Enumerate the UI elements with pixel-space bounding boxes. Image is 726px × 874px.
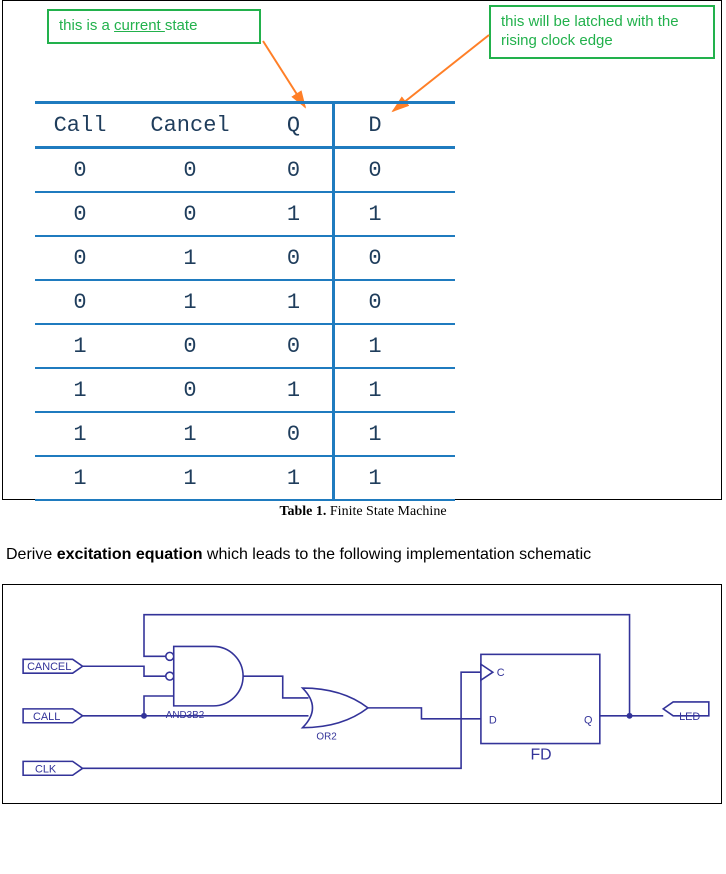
truth-table-figure: this is a current state this will be lat… <box>2 0 722 500</box>
th-call: Call <box>35 104 125 146</box>
port-cancel: CANCEL <box>23 660 82 674</box>
cell: 0 <box>255 325 335 367</box>
th-d: D <box>335 104 415 146</box>
d-flipflop: C D Q FD <box>481 655 600 764</box>
cell: 0 <box>35 149 125 191</box>
table-row: 1 1 1 1 <box>35 457 455 501</box>
and3b2-gate: AND3B2 <box>166 647 243 721</box>
truth-table: Call Cancel Q D 0 0 0 0 0 0 1 1 0 1 0 <box>35 101 455 481</box>
cell: 1 <box>335 457 415 499</box>
cell: 1 <box>255 369 335 411</box>
cell: 1 <box>125 457 255 499</box>
cell: 1 <box>35 369 125 411</box>
table-row: 0 1 1 0 <box>35 281 455 325</box>
cell: 1 <box>335 413 415 455</box>
cell: 0 <box>125 149 255 191</box>
table-row: 0 0 0 0 <box>35 149 455 193</box>
text-bold: excitation equation <box>57 546 203 563</box>
cell: 0 <box>125 369 255 411</box>
svg-text:CANCEL: CANCEL <box>27 662 71 674</box>
cell: 0 <box>335 237 415 279</box>
table-row: 0 0 1 1 <box>35 193 455 237</box>
cell: 1 <box>255 457 335 499</box>
cell: 1 <box>255 193 335 235</box>
cell: 1 <box>125 413 255 455</box>
th-q: Q <box>255 104 335 146</box>
cell: 1 <box>125 281 255 323</box>
svg-text:OR2: OR2 <box>316 732 336 743</box>
svg-text:FD: FD <box>530 747 551 764</box>
table-header-row: Call Cancel Q D <box>35 101 455 149</box>
callout-latched: this will be latched with the rising clo… <box>489 5 715 59</box>
cell: 0 <box>125 325 255 367</box>
cell: 0 <box>335 281 415 323</box>
port-clk: CLK <box>23 762 82 776</box>
table-row: 0 1 0 0 <box>35 237 455 281</box>
table-row: 1 0 1 1 <box>35 369 455 413</box>
cell: 1 <box>35 325 125 367</box>
schematic-figure: CANCEL CALL CLK LED AND3B2 <box>2 584 722 804</box>
cell: 1 <box>255 281 335 323</box>
svg-text:CLK: CLK <box>35 764 57 776</box>
cell: 0 <box>35 193 125 235</box>
svg-text:C: C <box>497 668 505 680</box>
svg-text:CALL: CALL <box>33 711 60 723</box>
svg-text:D: D <box>489 715 497 727</box>
cell: 1 <box>125 237 255 279</box>
cell: 1 <box>35 413 125 455</box>
cell: 1 <box>335 193 415 235</box>
port-led: LED <box>663 702 709 723</box>
th-cancel: Cancel <box>125 104 255 146</box>
cell: 0 <box>255 237 335 279</box>
svg-text:LED: LED <box>679 711 700 723</box>
port-call: CALL <box>23 709 82 723</box>
or2-gate: OR2 <box>303 688 368 743</box>
cell: 0 <box>125 193 255 235</box>
cell: 0 <box>35 281 125 323</box>
cell: 1 <box>35 457 125 499</box>
caption-text: Finite State Machine <box>330 504 447 519</box>
callout-current-state: this is a current state <box>47 9 261 44</box>
table-row: 1 1 0 1 <box>35 413 455 457</box>
table-caption: Table 1. Finite State Machine <box>0 504 726 520</box>
cell: 0 <box>255 149 335 191</box>
table-row: 1 0 0 1 <box>35 325 455 369</box>
text: which leads to the following implementat… <box>202 546 591 563</box>
caption-label: Table 1. <box>279 504 326 519</box>
cell: 0 <box>35 237 125 279</box>
text: Derive <box>6 546 57 563</box>
cell: 1 <box>335 369 415 411</box>
svg-text:Q: Q <box>584 715 592 727</box>
cell: 0 <box>255 413 335 455</box>
cell: 1 <box>335 325 415 367</box>
cell: 0 <box>335 149 415 191</box>
instruction-text: Derive excitation equation which leads t… <box>6 544 722 566</box>
